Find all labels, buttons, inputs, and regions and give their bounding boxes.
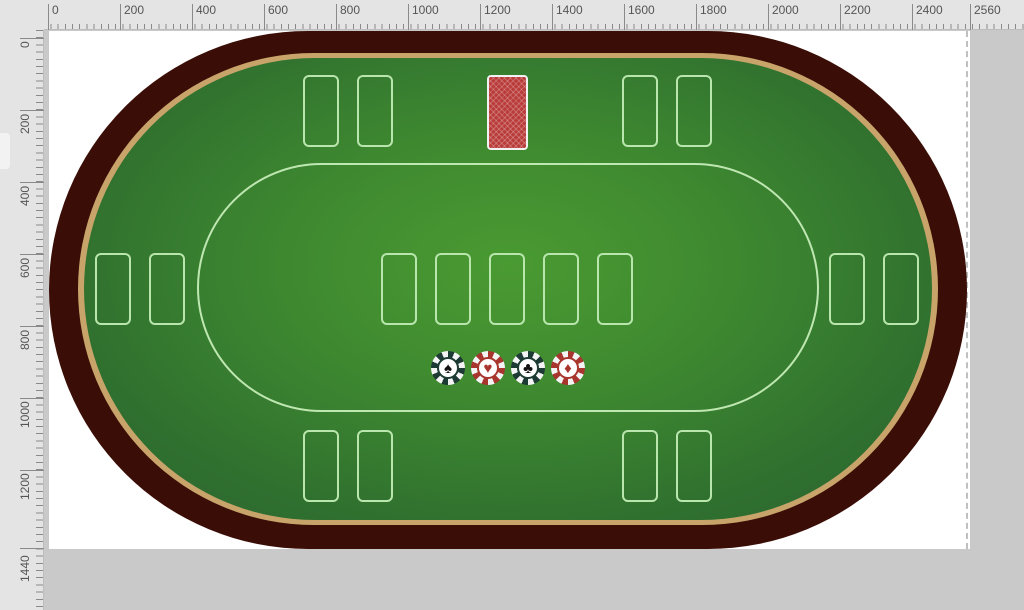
horizontal-ruler: 0 200 400 600 800 1000 1200 1400 1600 18… — [0, 0, 1024, 30]
ruler-label: 1600 — [628, 3, 655, 17]
card-slot-right-1[interactable] — [829, 253, 865, 325]
card-slot-bottom-left-1[interactable] — [303, 430, 339, 502]
club-chip-icon[interactable]: ♣ — [511, 351, 545, 385]
ruler-tick — [336, 4, 337, 30]
card-slot-left-2[interactable] — [149, 253, 185, 325]
card-slot-bottom-right-1[interactable] — [622, 430, 658, 502]
ruler-tick — [20, 548, 44, 549]
ruler-label: 2000 — [772, 3, 799, 17]
diamond-icon: ♦ — [557, 357, 579, 379]
ruler-label: 0 — [52, 3, 59, 17]
ruler-label: 1400 — [556, 3, 583, 17]
community-card-slot-2[interactable] — [435, 253, 471, 325]
ruler-label: 2400 — [916, 3, 943, 17]
community-card-slot-5[interactable] — [597, 253, 633, 325]
ruler-tick — [970, 4, 971, 30]
ruler-tick — [48, 4, 49, 30]
ruler-tick — [120, 4, 121, 30]
ruler-tick — [768, 4, 769, 30]
ruler-label: 200 — [124, 3, 145, 17]
diamond-chip-icon[interactable]: ♦ — [551, 351, 585, 385]
community-card-slot-3[interactable] — [489, 253, 525, 325]
card-slot-left-1[interactable] — [95, 253, 131, 325]
ruler-label: 1200 — [18, 473, 32, 500]
ruler-corner — [0, 0, 44, 30]
ruler-label: 1800 — [700, 3, 727, 17]
spade-icon: ♠ — [437, 357, 459, 379]
ruler-label: 2200 — [844, 3, 871, 17]
heart-chip-icon[interactable]: ♥ — [471, 351, 505, 385]
ruler-tick — [20, 326, 44, 327]
card-slot-bottom-right-2[interactable] — [676, 430, 712, 502]
card-slot-top-right-2[interactable] — [676, 75, 712, 147]
ruler-label: 400 — [196, 3, 217, 17]
ruler-tick — [840, 4, 841, 30]
ruler-label: 600 — [268, 3, 289, 17]
ruler-label: 200 — [18, 113, 32, 134]
community-card-slot-1[interactable] — [381, 253, 417, 325]
spade-chip-icon[interactable]: ♠ — [431, 351, 465, 385]
vertical-ruler: 0 200 400 600 800 1000 1200 1440 — [0, 30, 44, 610]
ruler-tick — [20, 398, 44, 399]
ruler-tick — [408, 4, 409, 30]
ruler-tick — [20, 254, 44, 255]
ruler-label: 1000 — [412, 3, 439, 17]
ruler-tick — [264, 4, 265, 30]
ruler-label: 1200 — [484, 3, 511, 17]
card-slot-top-left-2[interactable] — [357, 75, 393, 147]
ruler-label: 600 — [18, 257, 32, 278]
panel-drag-handle[interactable] — [0, 133, 10, 169]
club-icon: ♣ — [517, 357, 539, 379]
community-card-slot-4[interactable] — [543, 253, 579, 325]
ruler-label: 800 — [18, 329, 32, 350]
ruler-tick — [192, 4, 193, 30]
ruler-tick — [20, 38, 44, 39]
card-back-icon[interactable] — [487, 75, 528, 150]
card-slot-bottom-left-2[interactable] — [357, 430, 393, 502]
ruler-label: 400 — [18, 185, 32, 206]
ruler-tick — [552, 4, 553, 30]
card-slot-top-left-1[interactable] — [303, 75, 339, 147]
ruler-tick — [20, 182, 44, 183]
ruler-label: 800 — [340, 3, 361, 17]
ruler-label: 0 — [18, 41, 32, 48]
ruler-label: 2560 — [974, 3, 1001, 17]
ruler-label: 1000 — [18, 401, 32, 428]
heart-icon: ♥ — [477, 357, 499, 379]
card-slot-top-right-1[interactable] — [622, 75, 658, 147]
ruler-label: 1440 — [18, 555, 32, 582]
ruler-tick — [624, 4, 625, 30]
ruler-tick — [20, 470, 44, 471]
ruler-tick — [912, 4, 913, 30]
card-slot-right-2[interactable] — [883, 253, 919, 325]
ruler-tick — [696, 4, 697, 30]
ruler-tick — [20, 110, 44, 111]
ruler-tick — [480, 4, 481, 30]
